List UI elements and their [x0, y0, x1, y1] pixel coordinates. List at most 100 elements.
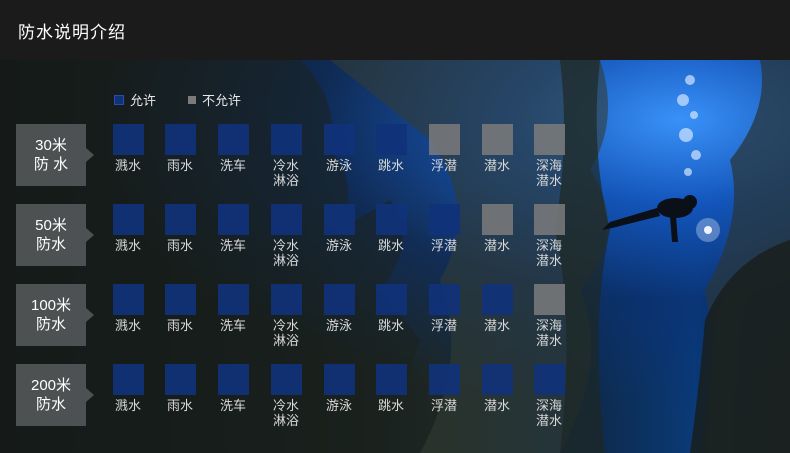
allowed-square: [375, 124, 407, 155]
allowed-square: [112, 204, 144, 235]
activity-label: 游泳: [325, 238, 352, 253]
activity-label: 洗车: [219, 238, 246, 253]
allowed-square: [164, 284, 196, 315]
depth-label: 防水: [35, 396, 66, 413]
allowed-square: [481, 284, 513, 315]
activity-label: 游泳: [325, 318, 352, 333]
rating-row: 30米防 水溅水 雨水 洗车 冷水 淋浴 游泳跳水 浮潜 潜水 深海 潜水: [16, 124, 596, 188]
depth-badge: 200米防水: [16, 364, 94, 426]
not-allowed-square: [428, 124, 460, 155]
activity-cell: 溅水: [111, 364, 145, 413]
activity-label: 浮潜: [430, 398, 457, 413]
activity-label: 浮潜: [430, 158, 457, 173]
allowed-square: [270, 124, 302, 155]
legend-allowed: 允许: [114, 90, 156, 109]
depth-badge: 30米防 水: [16, 124, 94, 186]
activity-cell: 深海 潜水: [532, 364, 566, 428]
activity-cell: 雨水: [163, 364, 197, 413]
not-allowed-swatch: [188, 95, 197, 104]
activity-cell: 浮潜: [427, 284, 461, 333]
activity-cell: 冷水 淋浴: [269, 284, 303, 348]
activity-cell: 潜水: [480, 124, 514, 173]
activity-cell: 跳水: [374, 364, 408, 413]
activity-cell: 洗车: [216, 364, 250, 413]
activity-cell: 游泳: [322, 204, 356, 253]
activity-cell: 冷水 淋浴: [269, 204, 303, 268]
activity-label: 洗车: [219, 398, 246, 413]
activity-label: 冷水 淋浴: [272, 238, 299, 268]
rating-row: 200米 防水 溅水 雨水 洗车 冷水 淋浴 游泳 跳水 浮潜 潜水 深海 潜水: [16, 364, 596, 428]
activity-label: 跳水: [377, 398, 404, 413]
activity-cell: 浮潜: [427, 204, 461, 253]
bubbles: [677, 75, 701, 176]
depth-value: 200米: [30, 377, 72, 394]
page-title: 防水说明介绍: [18, 22, 126, 42]
not-allowed-square: [481, 124, 513, 155]
allowed-square: [217, 124, 249, 155]
activity-label: 深海 潜水: [535, 398, 562, 428]
allowed-square: [270, 284, 302, 315]
activity-label: 游泳: [325, 398, 352, 413]
legend-allowed-label: 允许: [130, 93, 157, 108]
screen: 防水说明介绍 允许 不允许 30米防 水溅水 雨水 洗车 冷水 淋浴 游泳 跳水 浮潜 潜水深…: [0, 0, 790, 453]
allowed-square: [217, 364, 249, 395]
activity-label: 雨水: [166, 238, 193, 253]
activity-label: 雨水: [166, 158, 193, 173]
activity-cell: 深海 潜水: [532, 204, 566, 268]
activity-label: 潜水: [483, 318, 510, 333]
activity-label: 溅水: [114, 158, 141, 173]
activity-label: 深海 潜水: [535, 238, 562, 268]
activity-label: 雨水: [166, 398, 193, 413]
allowed-square: [375, 204, 407, 235]
depth-badge: 100米防水: [16, 284, 94, 346]
activity-label: 溅水: [114, 318, 141, 333]
activity-label: 潜水: [483, 158, 510, 173]
depth-value: 50米: [35, 217, 67, 234]
activity-label: 冷水 淋浴: [272, 398, 299, 428]
not-allowed-square: [533, 284, 565, 315]
depth-label: 防水: [35, 236, 66, 253]
activity-label: 溅水: [114, 238, 141, 253]
allowed-swatch: [114, 94, 124, 105]
rating-row: 100米 防水 溅水 雨水 洗车 冷水 淋浴 游泳 跳水 浮潜 潜水 深海 潜水: [16, 284, 596, 348]
activity-label: 跳水: [377, 238, 404, 253]
allowed-square: [112, 124, 144, 155]
activity-cell: 雨水: [163, 204, 197, 253]
activity-cell: 深海 潜水: [532, 284, 566, 348]
activity-cell: 洗车: [216, 284, 250, 333]
activity-cell: 溅水: [111, 124, 145, 173]
activity-cell: 游泳: [322, 124, 356, 173]
allowed-square: [164, 364, 196, 395]
not-allowed-square: [533, 124, 565, 155]
activity-label: 冷水 淋浴: [272, 158, 299, 188]
activity-cell: 冷水 淋浴: [269, 364, 303, 428]
depth-value: 100米: [30, 297, 72, 314]
allowed-square: [481, 364, 513, 395]
activity-cell: 浮潜: [427, 364, 461, 413]
allowed-square: [428, 284, 460, 315]
activity-cell: 跳水: [374, 124, 408, 173]
activity-cell: 潜水: [480, 204, 514, 253]
allowed-square: [375, 364, 407, 395]
depth-label: 防 水: [33, 156, 69, 173]
activity-label: 跳水: [377, 158, 404, 173]
allowed-square: [270, 364, 302, 395]
activity-label: 浮潜: [430, 318, 457, 333]
legend-not-allowed-label: 不允许: [202, 93, 242, 108]
activity-cell: 深海 潜水: [532, 124, 566, 188]
depth-label: 防水: [35, 316, 66, 333]
allowed-square: [428, 364, 460, 395]
activity-label: 深海 潜水: [535, 318, 562, 348]
allowed-square: [217, 284, 249, 315]
activity-cell: 洗车: [216, 124, 250, 173]
depth-badge: 50米防水: [16, 204, 94, 266]
activity-label: 雨水: [166, 318, 193, 333]
activity-label: 溅水: [114, 398, 141, 413]
not-allowed-square: [481, 204, 513, 235]
allowed-square: [375, 284, 407, 315]
allowed-square: [323, 364, 355, 395]
activity-cell: 雨水: [163, 124, 197, 173]
diver-silhouette: [602, 195, 720, 242]
allowed-square: [323, 204, 355, 235]
activity-cell: 浮潜: [427, 124, 461, 173]
